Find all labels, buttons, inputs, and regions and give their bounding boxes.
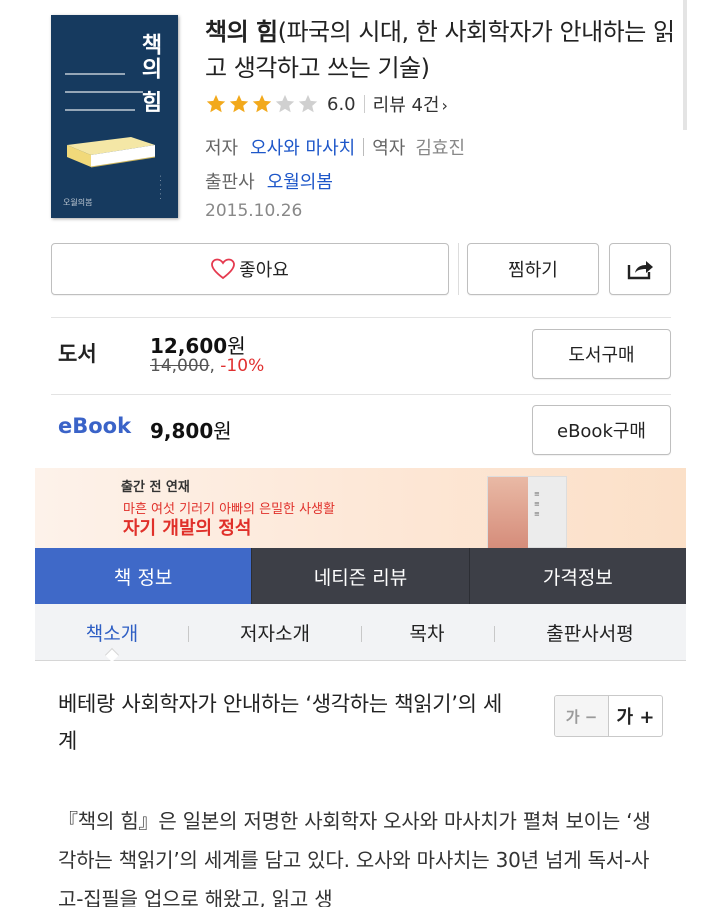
ebook-price: 9,800원 — [150, 415, 232, 444]
tab-price-info[interactable]: 가격정보 — [470, 548, 686, 604]
scrollbar[interactable] — [683, 0, 687, 130]
book-price-amount: 12,600 — [150, 334, 228, 358]
divider — [188, 626, 189, 642]
sub-tabs: 책소개 저자소개 목차 출판사서평 — [35, 604, 686, 663]
book-price-label: 도서 — [58, 342, 97, 366]
star-filled-icon — [252, 94, 272, 113]
book-buy-label: 도서구매 — [568, 345, 635, 366]
discount-rate: -10% — [220, 356, 265, 376]
banner-tag: 출간 전 연재 — [121, 480, 190, 495]
main-tabs: 책 정보 네티즌 리뷰 가격정보 — [35, 548, 686, 604]
banner-image-text: ≡ ≡ ≡ — [534, 490, 540, 518]
share-button[interactable] — [609, 243, 671, 295]
font-decrease-button[interactable]: 가 − — [555, 696, 609, 736]
publish-date: 2015.10.26 — [205, 201, 303, 221]
review-count-link[interactable]: 리뷰 4건 › — [373, 91, 448, 117]
divider — [51, 394, 671, 395]
review-count-label: 리뷰 4건 — [372, 95, 440, 116]
divider — [494, 626, 495, 642]
promo-banner[interactable]: 출간 전 연재 마흔 여섯 기러기 아빠의 은밀한 사생활 자기 개발의 정석 … — [35, 468, 686, 548]
cover-text-line — [65, 109, 135, 111]
book-price: 12,600원 — [150, 330, 246, 359]
tab-reviews[interactable]: 네티즌 리뷰 — [252, 548, 470, 604]
book-illustration — [67, 137, 156, 168]
book-price-unit: 원 — [227, 334, 246, 358]
ebook-price-amount: 9,800 — [150, 419, 214, 443]
cover-publisher: 오월의봄 — [63, 198, 93, 207]
book-cover-image[interactable]: 책의 힘 · · · · · · 오월의봄 — [51, 15, 178, 218]
cover-author-text: · · · · · · — [156, 175, 164, 200]
like-label: 좋아요 — [239, 260, 289, 281]
heart-icon — [211, 258, 236, 280]
ebook-buy-button[interactable]: eBook구매 — [532, 405, 671, 455]
ebook-buy-label: eBook구매 — [557, 421, 646, 442]
book-buy-button[interactable]: 도서구매 — [532, 329, 671, 379]
subtab-publisher-review[interactable]: 출판사서평 — [505, 604, 675, 661]
font-increase-button[interactable]: 가 + — [609, 696, 662, 736]
divider — [458, 243, 459, 295]
subtab-author-intro[interactable]: 저자소개 — [205, 604, 345, 661]
book-title-main: 책의 힘 — [205, 18, 278, 46]
rating-row: 6.0 리뷰 4건 › — [205, 91, 448, 117]
divider — [361, 626, 362, 642]
intro-body-text: 『책의 힘』은 일본의 저명한 사회학자 오사와 마사치가 펼쳐 보이는 ‘생각… — [58, 809, 651, 907]
ebook-price-label: eBook — [58, 414, 132, 438]
font-size-control: 가 − 가 + — [554, 695, 663, 737]
author-row: 저자 오사와 마사치 역자 김효진 — [205, 134, 465, 160]
intro-heading: 베테랑 사회학자가 안내하는 ‘생각하는 책읽기’의 세계 — [58, 692, 503, 753]
banner-face-image — [488, 477, 528, 548]
tab-book-info[interactable]: 책 정보 — [35, 548, 253, 604]
book-original-price: 14,000, -10% — [150, 356, 265, 376]
author-link[interactable]: 오사와 마사치 — [250, 134, 355, 160]
book-title: 책의 힘(파국의 시대, 한 사회학자가 안내하는 읽고 생각하고 쓰는 기술) — [205, 14, 675, 86]
publisher-row: 출판사 오월의봄 — [205, 168, 333, 194]
banner-book-image: ≡ ≡ ≡ — [487, 476, 567, 548]
cover-text-line — [65, 73, 125, 75]
divider — [363, 95, 365, 113]
publisher-link[interactable]: 오월의봄 — [267, 168, 333, 194]
original-price-amount: 14,000 — [150, 356, 210, 376]
author-label: 저자 — [205, 138, 239, 159]
star-filled-icon — [229, 94, 249, 113]
divider — [363, 138, 365, 156]
wishlist-label: 찜하기 — [508, 260, 558, 281]
translator-label: 역자 — [372, 138, 406, 159]
rating-stars — [205, 93, 319, 115]
star-filled-icon — [206, 94, 226, 113]
cover-text-line — [65, 91, 143, 93]
publisher-label: 출판사 — [205, 172, 255, 193]
divider — [51, 317, 671, 318]
cover-title: 책의 힘 — [137, 33, 163, 115]
like-button[interactable]: 좋아요 — [51, 243, 449, 295]
wishlist-button[interactable]: 찜하기 — [467, 243, 599, 295]
subtab-toc[interactable]: 목차 — [371, 604, 483, 661]
ebook-price-unit: 원 — [213, 419, 232, 443]
translator-name: 김효진 — [415, 138, 466, 159]
share-icon — [627, 261, 653, 280]
banner-line2: 자기 개발의 정석 — [123, 518, 252, 539]
chevron-right-icon: › — [441, 96, 448, 115]
star-empty-icon — [298, 94, 318, 113]
rating-score: 6.0 — [327, 93, 356, 115]
star-empty-icon — [275, 94, 295, 113]
